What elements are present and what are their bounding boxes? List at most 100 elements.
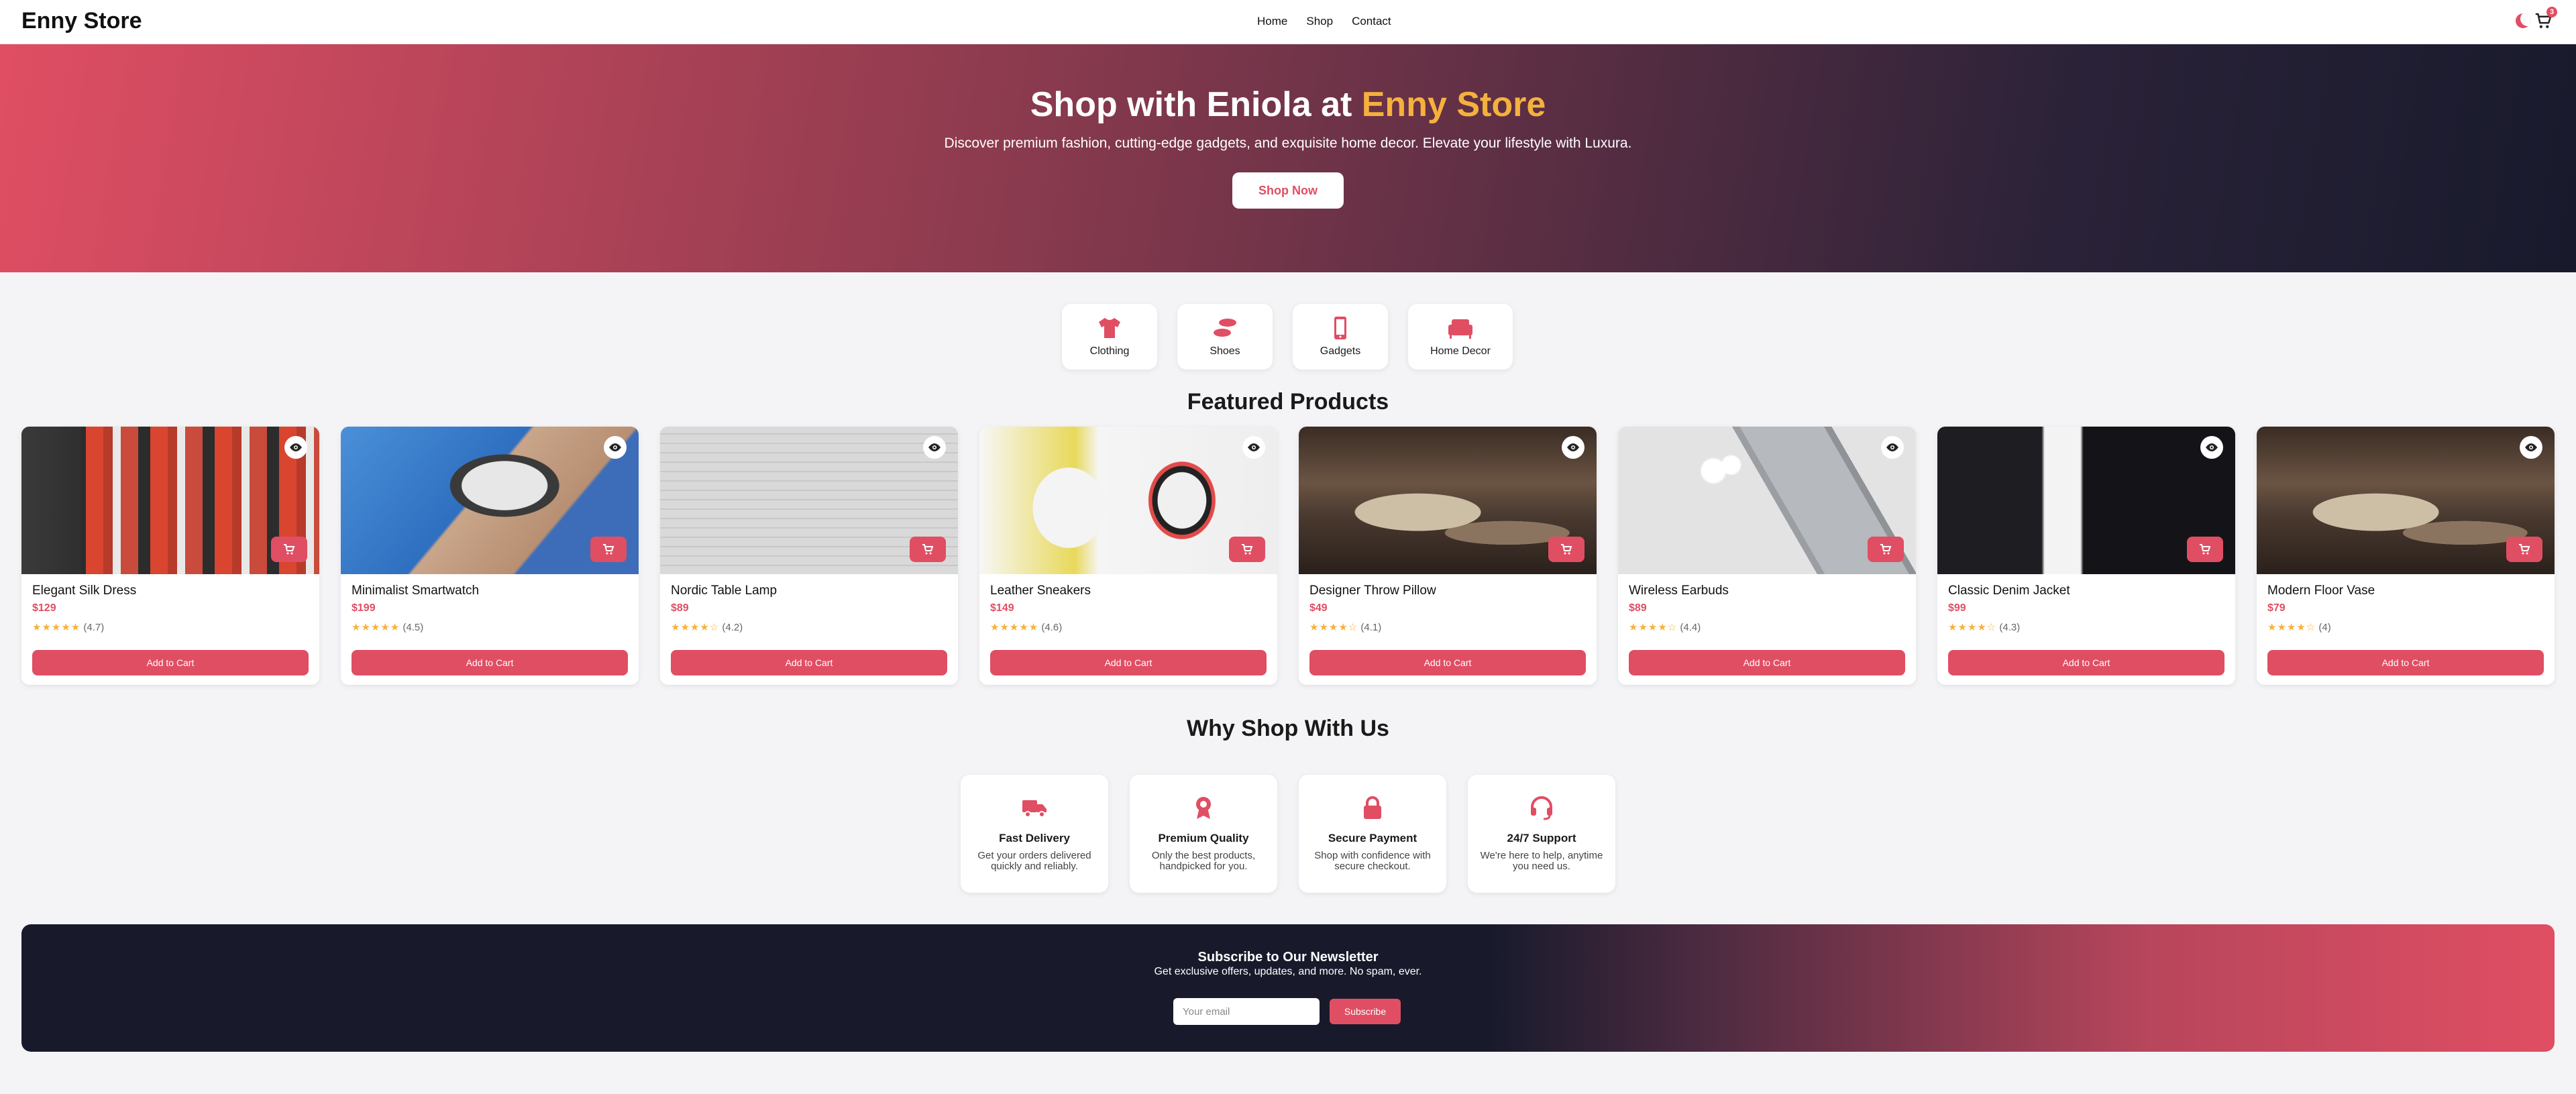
- product-name: Wireless Earbuds: [1629, 584, 1729, 598]
- quick-view-button[interactable]: [2200, 436, 2223, 459]
- quick-add-cart-button[interactable]: [1868, 537, 1904, 562]
- add-to-cart-button[interactable]: Add to Cart: [32, 650, 309, 675]
- category-gadgets[interactable]: Gadgets: [1293, 304, 1388, 370]
- eye-icon: [1248, 443, 1260, 451]
- product-image[interactable]: [21, 427, 319, 574]
- quick-add-cart-button[interactable]: [1229, 537, 1265, 562]
- quick-add-cart-button[interactable]: [590, 537, 627, 562]
- shirt-icon: [1099, 318, 1120, 338]
- category-list: Clothing Shoes Gadgets Home Decor: [1062, 304, 1513, 370]
- hero-banner: Shop with Eniola at Enny Store Discover …: [0, 44, 2576, 272]
- eye-icon: [609, 443, 621, 451]
- rating-value: (4.7): [83, 622, 105, 633]
- quick-view-button[interactable]: [604, 436, 627, 459]
- product-card[interactable]: Nordic Table Lamp $89 ★★★★☆ (4.2) Add to…: [660, 427, 958, 685]
- product-image[interactable]: [660, 427, 958, 574]
- add-to-cart-button[interactable]: Add to Cart: [1309, 650, 1586, 675]
- hero-title-accent: Enny Store: [1361, 85, 1546, 124]
- cart-icon: [603, 544, 614, 555]
- add-to-cart-button[interactable]: Add to Cart: [671, 650, 947, 675]
- cart-button[interactable]: 3: [2533, 7, 2557, 31]
- product-image[interactable]: [1937, 427, 2235, 574]
- product-rating: ★★★★☆ (4.1): [1309, 621, 1381, 633]
- product-card[interactable]: Wireless Earbuds $89 ★★★★☆ (4.4) Add to …: [1618, 427, 1916, 685]
- product-name: Modern Floor Vase: [2267, 584, 2375, 598]
- product-price: $79: [2267, 602, 2286, 614]
- subscribe-button[interactable]: Subscribe: [1330, 999, 1401, 1024]
- product-price: $89: [671, 602, 689, 614]
- product-price: $129: [32, 602, 56, 614]
- product-image[interactable]: [2257, 427, 2555, 574]
- rating-value: (4.4): [1680, 622, 1701, 633]
- feature-title: 24/7 Support: [1507, 832, 1576, 844]
- moon-icon[interactable]: [2516, 13, 2530, 28]
- rating-value: (4.2): [722, 622, 743, 633]
- quick-add-cart-button[interactable]: [1548, 537, 1585, 562]
- quick-add-cart-button[interactable]: [910, 537, 946, 562]
- add-to-cart-button[interactable]: Add to Cart: [2267, 650, 2544, 675]
- nav-links: Home Shop Contact: [1257, 15, 1391, 28]
- product-rating: ★★★★☆ (4): [2267, 621, 2331, 633]
- cart-icon: [2200, 544, 2211, 555]
- feature-list: Fast Delivery Get your orders delivered …: [961, 775, 1615, 893]
- product-card[interactable]: Minimalist Smartwatch $199 ★★★★★ (4.5) A…: [341, 427, 639, 685]
- eye-icon: [928, 443, 941, 451]
- brand-logo[interactable]: Enny Store: [21, 8, 142, 34]
- product-price: $199: [352, 602, 376, 614]
- rating-value: (4.1): [1360, 622, 1382, 633]
- product-card[interactable]: Elegant Silk Dress $129 ★★★★★ (4.7) Add …: [21, 427, 319, 685]
- add-to-cart-button[interactable]: Add to Cart: [990, 650, 1267, 675]
- add-to-cart-button[interactable]: Add to Cart: [1948, 650, 2224, 675]
- product-price: $99: [1948, 602, 1966, 614]
- product-image[interactable]: [341, 427, 639, 574]
- nav-link-contact[interactable]: Contact: [1352, 15, 1391, 28]
- product-rating: ★★★★☆ (4.4): [1629, 621, 1701, 633]
- product-name: Designer Throw Pillow: [1309, 584, 1436, 598]
- hero-subtitle: Discover premium fashion, cutting-edge g…: [944, 135, 1632, 151]
- quick-view-button[interactable]: [1562, 436, 1585, 459]
- add-to-cart-button[interactable]: Add to Cart: [1629, 650, 1905, 675]
- nav-link-shop[interactable]: Shop: [1306, 15, 1333, 28]
- add-to-cart-button[interactable]: Add to Cart: [352, 650, 628, 675]
- category-clothing[interactable]: Clothing: [1062, 304, 1157, 370]
- product-image[interactable]: [979, 427, 1277, 574]
- product-name: Nordic Table Lamp: [671, 584, 777, 598]
- product-rating: ★★★★★ (4.5): [352, 621, 423, 633]
- quick-add-cart-button[interactable]: [271, 537, 307, 562]
- category-home-decor[interactable]: Home Decor: [1408, 304, 1513, 370]
- category-label: Clothing: [1089, 345, 1130, 357]
- product-card[interactable]: Modern Floor Vase $79 ★★★★☆ (4) Add to C…: [2257, 427, 2555, 685]
- quick-view-button[interactable]: [923, 436, 946, 459]
- quick-view-button[interactable]: [1881, 436, 1904, 459]
- category-label: Shoes: [1210, 345, 1240, 357]
- quick-view-button[interactable]: [2520, 436, 2542, 459]
- rating-stars: ★★★★☆: [2267, 622, 2316, 633]
- cart-icon: [2519, 544, 2530, 555]
- nav-link-home[interactable]: Home: [1257, 15, 1287, 28]
- product-image[interactable]: [1299, 427, 1597, 574]
- product-card[interactable]: Classic Denim Jacket $99 ★★★★☆ (4.3) Add…: [1937, 427, 2235, 685]
- feature-card: Secure Payment Shop with confidence with…: [1299, 775, 1446, 893]
- feature-title: Premium Quality: [1158, 832, 1249, 844]
- product-card[interactable]: Leather Sneakers $149 ★★★★★ (4.6) Add to…: [979, 427, 1277, 685]
- product-card[interactable]: Designer Throw Pillow $49 ★★★★☆ (4.1) Ad…: [1299, 427, 1597, 685]
- product-image[interactable]: [1618, 427, 1916, 574]
- product-name: Leather Sneakers: [990, 584, 1091, 598]
- quick-add-cart-button[interactable]: [2187, 537, 2223, 562]
- eye-icon: [290, 443, 302, 451]
- rating-stars: ★★★★☆: [671, 622, 720, 633]
- shop-now-button[interactable]: Shop Now: [1232, 172, 1344, 209]
- quick-view-button[interactable]: [1242, 436, 1265, 459]
- category-label: Gadgets: [1320, 345, 1361, 357]
- category-shoes[interactable]: Shoes: [1177, 304, 1273, 370]
- rating-value: (4.6): [1041, 622, 1063, 633]
- quick-view-button[interactable]: [284, 436, 307, 459]
- product-price: $89: [1629, 602, 1647, 614]
- newsletter-email-input[interactable]: [1173, 998, 1320, 1025]
- featured-title: Featured Products: [1187, 389, 1389, 415]
- quick-add-cart-button[interactable]: [2506, 537, 2542, 562]
- eye-icon: [2206, 443, 2218, 451]
- rating-value: (4.5): [402, 622, 424, 633]
- product-price: $49: [1309, 602, 1328, 614]
- feature-title: Fast Delivery: [999, 832, 1070, 844]
